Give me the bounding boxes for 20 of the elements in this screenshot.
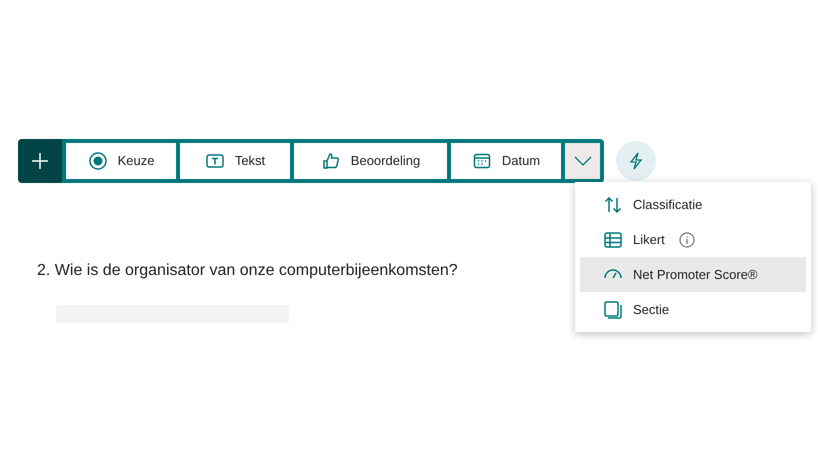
menu-item[interactable]: Likert xyxy=(580,222,806,257)
grid-icon xyxy=(603,230,623,250)
lightning-icon xyxy=(628,152,644,170)
menu-item[interactable]: Net Promoter Score® xyxy=(580,257,806,292)
question-title: 2. Wie is de organisator van onze computerbijeenkomsten? xyxy=(37,261,458,281)
up-down-arrows-icon xyxy=(603,194,623,214)
question-type-button[interactable]: Datum xyxy=(451,143,561,179)
plus-icon xyxy=(31,152,49,170)
radio-icon xyxy=(88,151,108,171)
quick-start-button[interactable] xyxy=(616,141,656,181)
question-type-button[interactable]: Beoordeling xyxy=(294,143,447,179)
calendar-icon xyxy=(472,151,492,171)
thumbs-up-icon xyxy=(320,151,341,171)
section-icon xyxy=(603,300,623,320)
question-type-button[interactable]: Keuze xyxy=(66,143,176,179)
add-button[interactable] xyxy=(18,139,62,183)
menu-item[interactable]: Sectie xyxy=(580,292,806,327)
question-type-button[interactable]: Tekst xyxy=(180,143,290,179)
chevron-down-icon xyxy=(574,156,592,166)
menu-item[interactable]: Classificatie xyxy=(580,187,806,222)
